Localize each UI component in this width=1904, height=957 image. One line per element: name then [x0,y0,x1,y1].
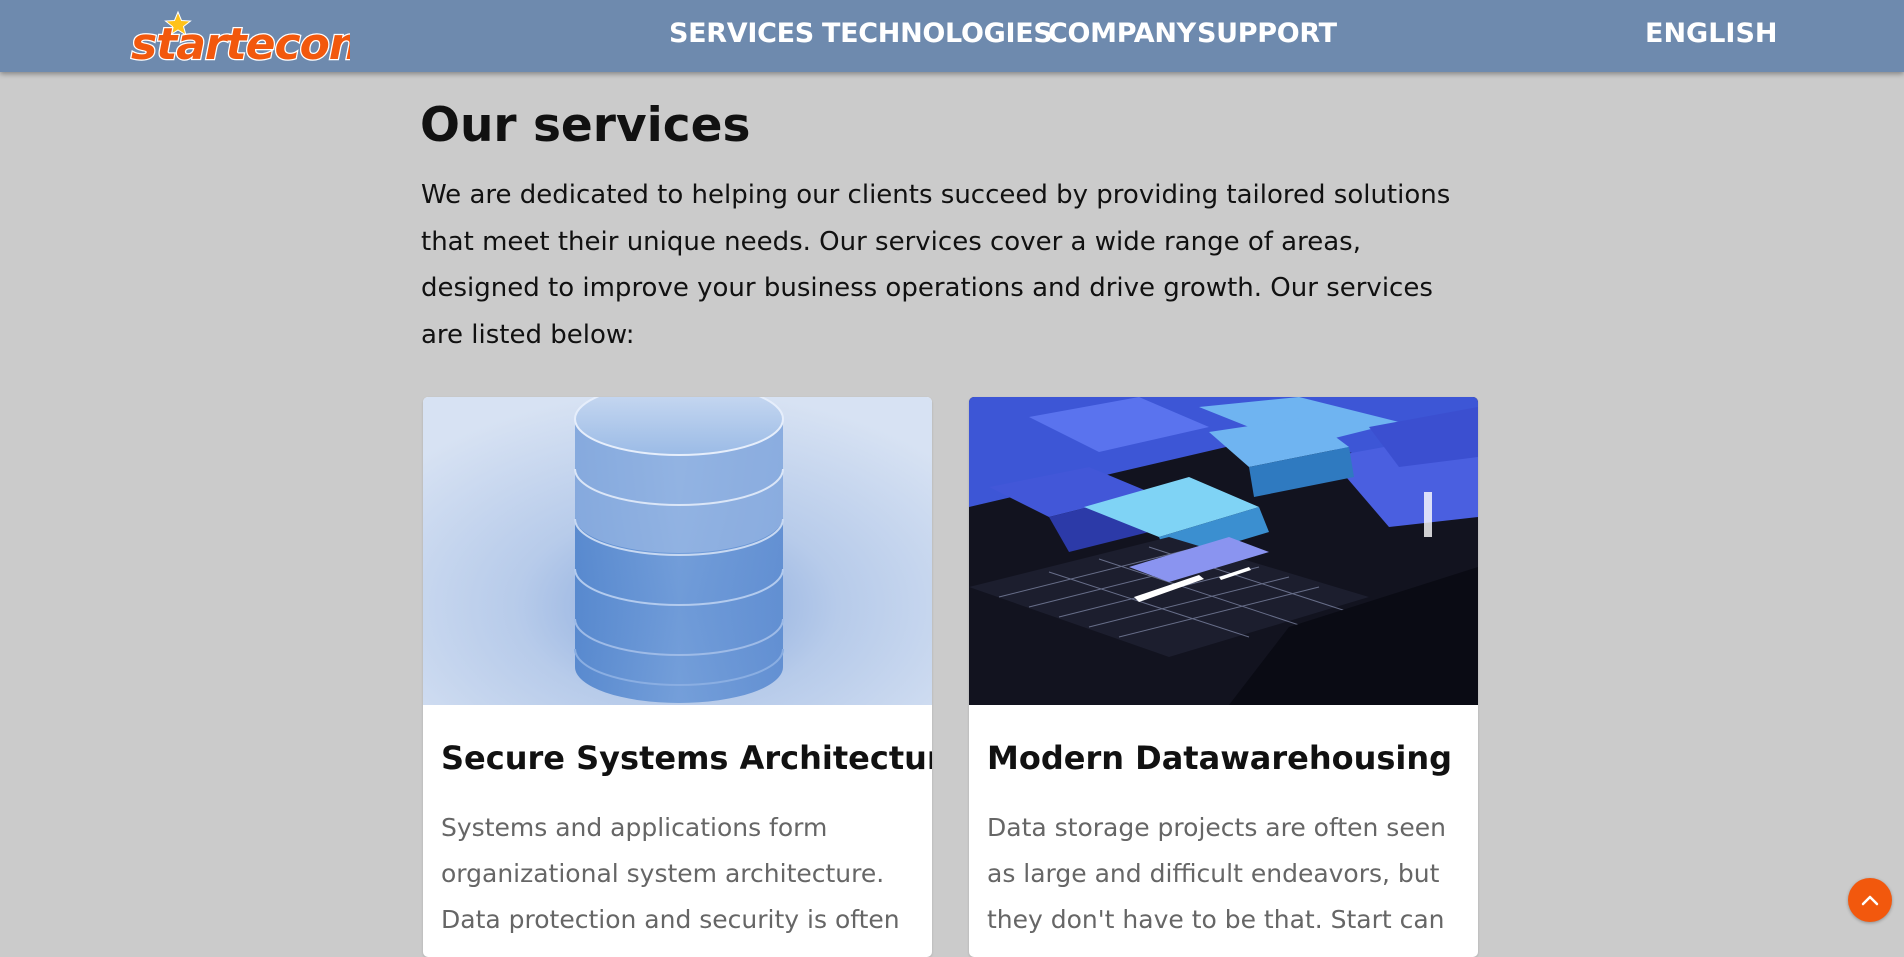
isometric-data-blocks-image [969,397,1478,705]
chevron-up-icon [1861,895,1879,906]
intro-paragraph: We are dedicated to helping our clients … [421,180,1451,350]
card-title: Secure Systems Architecture [441,739,932,777]
page-title: Our services [420,98,751,153]
nav-technologies[interactable]: TECHNOLOGIES [822,18,1053,49]
language-selector[interactable]: ENGLISH [1645,18,1778,49]
scroll-to-top-button[interactable] [1848,878,1892,922]
card-description: Systems and applications form organizati… [441,813,900,934]
nav-services[interactable]: SERVICES [669,18,814,49]
top-navbar: startecon SERVICES TECHNOLOGIES COMPANY … [0,0,1904,72]
service-card-secure-systems[interactable]: Secure Systems Architecture Systems and … [423,397,932,957]
nav-company[interactable]: COMPANY [1048,18,1196,49]
nav-support[interactable]: SUPPORT [1197,18,1337,49]
card-description: Data storage projects are often seen as … [987,813,1446,934]
service-card-datawarehousing[interactable]: Modern Datawarehousing Data storage proj… [969,397,1478,957]
database-cylinder-image [423,397,932,705]
card-title: Modern Datawarehousing [987,739,1453,777]
startecon-logo[interactable]: startecon [128,10,350,66]
svg-text:startecon: startecon [131,19,350,66]
